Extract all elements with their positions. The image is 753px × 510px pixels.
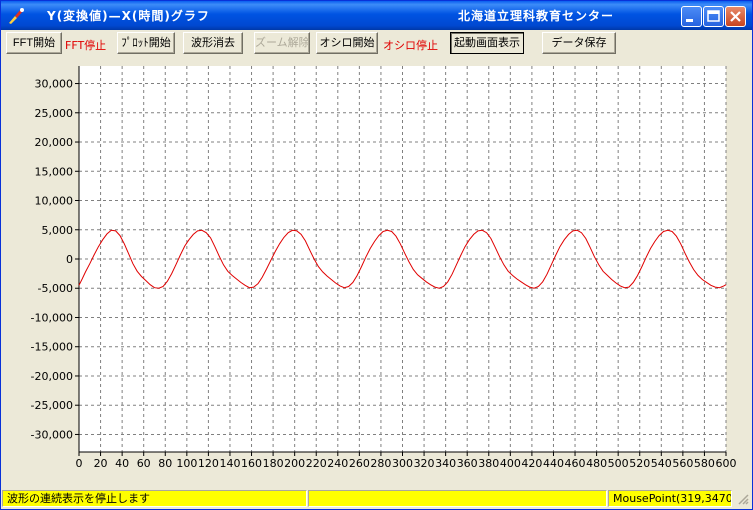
x-tick-label: 300 (392, 457, 413, 470)
zoom-reset-button[interactable]: ズーム解除 (254, 32, 310, 54)
status-bar: 波形の連続表示を停止します MousePoint(319,34701) (1, 488, 752, 509)
oscillo-stop-label: オシロ停止 (383, 39, 438, 52)
x-tick-label: 500 (608, 457, 629, 470)
status-message: 波形の連続表示を停止します (2, 490, 307, 507)
x-tick-label: 60 (137, 457, 151, 470)
oscillo-start-button[interactable]: オシロ開始 (316, 32, 378, 54)
x-tick-label: 40 (115, 457, 129, 470)
x-tick-label: 160 (241, 457, 262, 470)
x-tick-label: 200 (284, 457, 305, 470)
x-tick-label: 520 (629, 457, 650, 470)
x-tick-label: 280 (370, 457, 391, 470)
title-bar[interactable]: Y(変換値)—X(時間)グラフ 北海道立理科教育センター (1, 1, 752, 30)
y-tick-label: 5,000 (42, 224, 74, 237)
x-tick-label: 240 (327, 457, 348, 470)
wave-clear-button[interactable]: 波形消去 (183, 32, 243, 54)
toolbar: FFT開始 FFT停止 ﾌﾟﾛｯﾄ開始 波形消去 ズーム解除 オシロ開始 オシロ… (1, 30, 752, 58)
x-tick-label: 580 (694, 457, 715, 470)
y-tick-label: -30,000 (31, 428, 73, 441)
mouse-point-readout: MousePoint(319,34701) (608, 490, 732, 507)
x-tick-label: 360 (457, 457, 478, 470)
x-tick-label: 540 (651, 457, 672, 470)
close-button[interactable] (725, 6, 746, 27)
organization-name: 北海道立理科教育センター (458, 9, 615, 23)
maximize-icon (707, 10, 720, 22)
x-tick-label: 220 (306, 457, 327, 470)
x-tick-label: 140 (219, 457, 240, 470)
y-tick-label: -5,000 (38, 282, 73, 295)
x-tick-label: 560 (672, 457, 693, 470)
plot-start-button[interactable]: ﾌﾟﾛｯﾄ開始 (117, 32, 175, 54)
minimize-icon (686, 19, 693, 22)
data-save-button[interactable]: データ保存 (542, 32, 616, 54)
x-tick-label: 420 (521, 457, 542, 470)
y-tick-label: -25,000 (31, 399, 73, 412)
waveform-plot[interactable]: 0 20 40 60 80 100 120 140 160 180 200 220 240 260 280 3… (1, 58, 752, 488)
y-tick-label: 30,000 (35, 78, 74, 91)
y-tick-label: 10,000 (35, 195, 74, 208)
x-tick-label: 600 (716, 457, 737, 470)
x-tick-label: 380 (478, 457, 499, 470)
x-tick-label: 100 (176, 457, 197, 470)
x-tick-label: 440 (543, 457, 564, 470)
x-tick-label: 480 (586, 457, 607, 470)
app-window: Y(変換値)—X(時間)グラフ 北海道立理科教育センター FFT開始 FFT停止… (0, 0, 753, 510)
minimize-button[interactable] (681, 6, 702, 27)
app-icon[interactable] (7, 7, 25, 25)
x-tick-label: 340 (435, 457, 456, 470)
fft-stop-label: FFT停止 (65, 39, 107, 52)
fft-start-button[interactable]: FFT開始 (6, 32, 62, 54)
maximize-button[interactable] (703, 6, 724, 27)
window-title: Y(変換値)—X(時間)グラフ (47, 9, 210, 23)
x-tick-label: 120 (198, 457, 219, 470)
y-tick-label: 0 (66, 253, 73, 266)
x-tick-label: 260 (349, 457, 370, 470)
auto-display-button[interactable]: 起動画面表示 (450, 32, 524, 54)
y-tick-label: 20,000 (35, 136, 74, 149)
x-tick-label: 0 (76, 457, 83, 470)
y-tick-label: 25,000 (35, 107, 74, 120)
y-tick-label: -10,000 (31, 311, 73, 324)
x-tick-label: 20 (94, 457, 108, 470)
x-tick-label: 460 (565, 457, 586, 470)
x-tick-label: 400 (500, 457, 521, 470)
y-tick-label: -15,000 (31, 341, 73, 354)
resize-grip-icon[interactable] (735, 491, 749, 506)
status-middle-panel (308, 490, 607, 507)
x-tick-label: 80 (158, 457, 172, 470)
y-tick-label: -20,000 (31, 370, 73, 383)
y-tick-label: 15,000 (35, 165, 74, 178)
x-tick-label: 180 (263, 457, 284, 470)
x-tick-label: 320 (414, 457, 435, 470)
close-icon (730, 11, 741, 22)
